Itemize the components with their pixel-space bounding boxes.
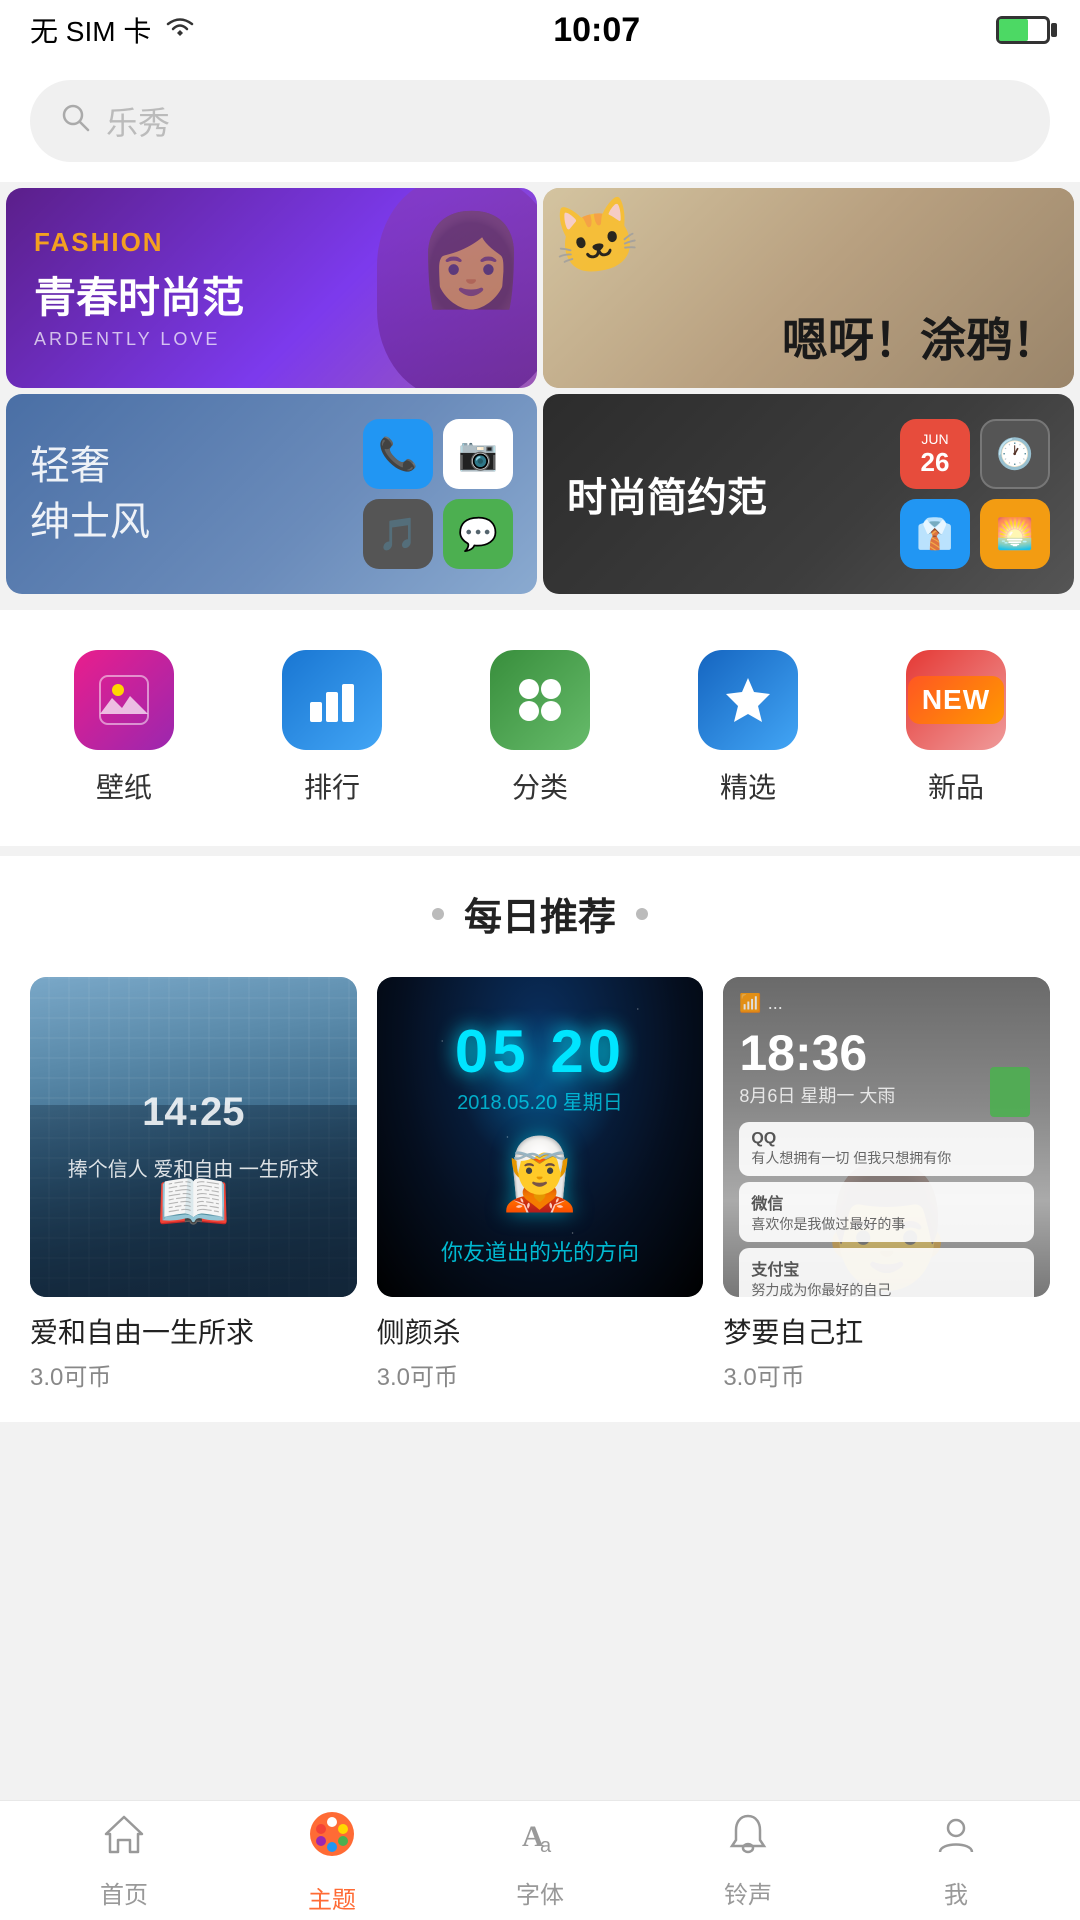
banner-gentleman-text: 轻奢绅士风 (30, 438, 150, 550)
nav-me-label: 我 (944, 1875, 968, 1910)
nav-font-icon: A a (518, 1812, 562, 1867)
music-icon: 🎵 (363, 499, 433, 569)
cat-new-icon: NEW (906, 650, 1006, 750)
banner-simple-text: 时尚简约范 (567, 465, 880, 523)
carrier-text: 无 SIM 卡 (30, 10, 151, 50)
notif-1: QQ 有人想拥有一切 但我只想拥有你 (739, 1122, 1034, 1176)
theme-quote-2: 你友道出的光的方向 (431, 1225, 649, 1277)
theme-time-3: 18:36 (739, 1024, 1034, 1082)
cat-new-label: 新品 (928, 766, 984, 806)
status-right (996, 16, 1050, 44)
bottom-nav: 首页 主题 A a 字体 (0, 1800, 1080, 1920)
nav-font[interactable]: A a 字体 (436, 1812, 644, 1910)
cat-category-label: 分类 (512, 766, 568, 806)
theme-overlay-3: 📶... 18:36 8月6日 星期一 大雨 QQ 有人想拥有一切 但我只想拥有… (723, 977, 1050, 1297)
nav-home[interactable]: 首页 (20, 1812, 228, 1910)
nav-font-label: 字体 (516, 1875, 564, 1910)
search-bar: 乐秀 (0, 60, 1080, 182)
nav-theme[interactable]: 主题 (228, 1807, 436, 1915)
themes-grid: 📖 14:25 捧个信人 爱和自由 一生所求 爱和自由一生所求 3.0可币 (30, 977, 1050, 1392)
image-icon: 🌅 (980, 499, 1050, 569)
search-icon (60, 102, 90, 140)
theme-price-3: 3.0可币 (723, 1357, 1050, 1392)
cat-category[interactable]: 分类 (490, 650, 590, 806)
cat-rank-icon (282, 650, 382, 750)
theme-img-3: 👨 📶... 18:36 8月6日 星期一 大雨 QQ 有人想拥有一切 但我只想 (723, 977, 1050, 1297)
nav-theme-label: 主题 (308, 1880, 356, 1915)
nav-home-label: 首页 (100, 1875, 148, 1910)
daily-header: 每日推荐 (30, 886, 1050, 941)
theme-time-1: 14:25 (142, 1090, 244, 1135)
banner-gentleman[interactable]: 轻奢绅士风 📞 📷 🎵 💬 (6, 394, 537, 594)
theme-quote-1: 捧个信人 爱和自由 一生所求 (68, 1155, 319, 1185)
theme-card-2[interactable]: 05 20 2018.05.20 星期日 🧝 你友道出的光的方向 侧颜杀 3.0… (377, 977, 704, 1392)
cat-category-icon (490, 650, 590, 750)
theme-time-2: 05 20 (455, 1017, 625, 1086)
banner-graffiti[interactable]: 🐱 嗯呀！涂鸦！ (543, 188, 1074, 388)
cat-featured-label: 精选 (720, 766, 776, 806)
theme-name-1: 爱和自由一生所求 (30, 1311, 357, 1351)
theme-img-1: 📖 14:25 捧个信人 爱和自由 一生所求 (30, 977, 357, 1297)
banner-grid: FASHION 青春时尚范 ARDENTLY LOVE 👩 🐱 嗯呀！涂鸦！ 轻… (0, 182, 1080, 600)
status-time: 10:07 (553, 11, 640, 50)
banner-simple[interactable]: 时尚简约范 JUN 26 🕐 👔 🌅 (543, 394, 1074, 594)
nav-me-icon (934, 1812, 978, 1867)
theme-price-2: 3.0可币 (377, 1357, 704, 1392)
theme-card-1[interactable]: 📖 14:25 捧个信人 爱和自由 一生所求 爱和自由一生所求 3.0可币 (30, 977, 357, 1392)
cat-wallpaper[interactable]: 壁纸 (74, 650, 174, 806)
theme-img-2: 05 20 2018.05.20 星期日 🧝 你友道出的光的方向 (377, 977, 704, 1297)
new-badge-text: NEW (908, 676, 1004, 724)
daily-title: 每日推荐 (464, 886, 616, 941)
cat-new[interactable]: NEW 新品 (906, 650, 1006, 806)
theme-price-1: 3.0可币 (30, 1357, 357, 1392)
banner-fashion[interactable]: FASHION 青春时尚范 ARDENTLY LOVE 👩 (6, 188, 537, 388)
theme-overlay-1: 14:25 捧个信人 爱和自由 一生所求 (30, 977, 357, 1297)
wifi-icon (163, 14, 197, 47)
theme-overlay-2: 05 20 2018.05.20 星期日 🧝 你友道出的光的方向 (377, 977, 704, 1297)
daily-section: 每日推荐 📖 14:25 捧个信人 爱和自由 一生所求 (0, 856, 1080, 1422)
status-bar: 无 SIM 卡 10:07 (0, 0, 1080, 60)
nav-theme-icon (305, 1807, 359, 1872)
theme-date-3: 8月6日 星期一 大雨 (739, 1082, 1034, 1108)
nav-home-icon (102, 1812, 146, 1867)
camera-icon: 📷 (443, 419, 513, 489)
theme-card-3[interactable]: 👨 📶... 18:36 8月6日 星期一 大雨 QQ 有人想拥有一切 但我只想 (723, 977, 1050, 1392)
notif-2: 微信 喜欢你是我做过最好的事 (739, 1182, 1034, 1242)
theme-notifications: QQ 有人想拥有一切 但我只想拥有你 微信 喜欢你是我做过最好的事 支付宝 努力… (739, 1122, 1034, 1297)
nav-ringtone-icon (726, 1812, 770, 1867)
nav-ringtone-label: 铃声 (724, 1875, 772, 1910)
banner-graffiti-text: 嗯呀！涂鸦！ (782, 313, 1058, 368)
suit-icon: 👔 (900, 499, 970, 569)
calendar-icon: JUN 26 (900, 419, 970, 489)
cat-featured-icon (698, 650, 798, 750)
nav-ringtone[interactable]: 铃声 (644, 1812, 852, 1910)
nav-me[interactable]: 我 (852, 1812, 1060, 1910)
status-left: 无 SIM 卡 (30, 10, 197, 50)
cat-rank[interactable]: 排行 (282, 650, 382, 806)
search-placeholder-text: 乐秀 (106, 98, 170, 144)
cat-featured[interactable]: 精选 (698, 650, 798, 806)
theme-date-2: 2018.05.20 星期日 (457, 1086, 623, 1115)
cat-rank-label: 排行 (304, 766, 360, 806)
cat-wallpaper-icon (74, 650, 174, 750)
svg-text:a: a (540, 1835, 552, 1856)
clock-icon: 🕐 (980, 419, 1050, 489)
msg-icon: 💬 (443, 499, 513, 569)
theme-name-3: 梦要自己扛 (723, 1311, 1050, 1351)
quick-categories: 壁纸 排行 分类 精选 (0, 610, 1080, 846)
battery-icon (996, 16, 1050, 44)
phone-icon: 📞 (363, 419, 433, 489)
battery-fill (999, 19, 1028, 41)
cat-wallpaper-label: 壁纸 (96, 766, 152, 806)
theme-name-2: 侧颜杀 (377, 1311, 704, 1351)
daily-dot-right (636, 908, 648, 920)
search-input-wrap[interactable]: 乐秀 (30, 80, 1050, 162)
daily-dot-left (432, 908, 444, 920)
notif-3: 支付宝 努力成为你最好的自己 (739, 1248, 1034, 1297)
